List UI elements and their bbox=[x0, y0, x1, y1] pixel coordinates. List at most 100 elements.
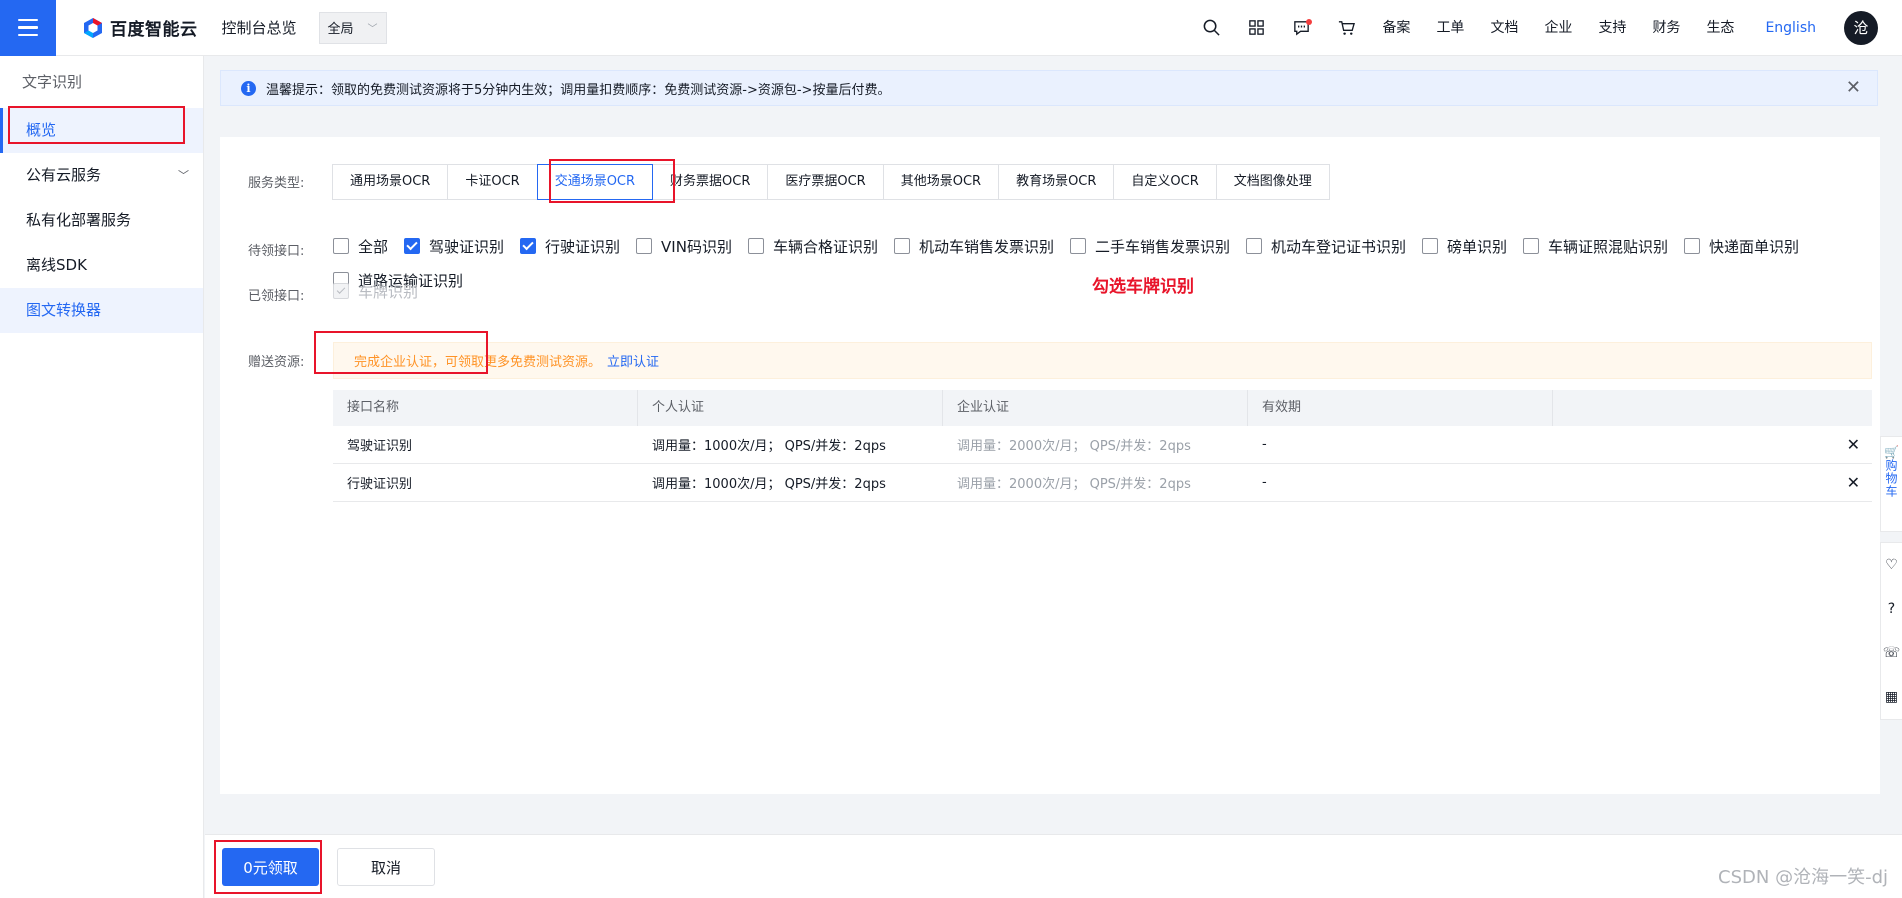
checkbox[interactable] bbox=[520, 238, 537, 254]
checkbox-vehicle-license[interactable]: 行驶证识别 bbox=[520, 234, 620, 258]
help-icon[interactable]: ? bbox=[1881, 587, 1902, 631]
nav-ecosystem[interactable]: 生态 bbox=[1693, 0, 1747, 56]
phone-icon[interactable]: ☏ bbox=[1881, 631, 1902, 675]
cell-name: 行驶证识别 bbox=[347, 477, 413, 492]
tab-card-ocr[interactable]: 卡证OCR bbox=[447, 164, 538, 200]
baidu-cloud-logo-icon bbox=[84, 17, 102, 38]
watermark: CSDN @沧海一笑-dj bbox=[1718, 867, 1888, 888]
floating-toolbar: 🛒 购物车 ♡ ? ☏ ▦ bbox=[1880, 436, 1902, 720]
checkbox-label: 全部 bbox=[358, 237, 389, 256]
checkbox-label: 机动车销售发票识别 bbox=[918, 237, 1054, 256]
checkbox[interactable] bbox=[893, 238, 910, 254]
sidebar-item-label: 公有云服务 bbox=[26, 166, 102, 184]
sidebar-item-image-converter[interactable]: 图文转换器 bbox=[0, 288, 203, 333]
region-select[interactable]: 全局 ﹀ bbox=[318, 11, 387, 44]
apps-grid-icon[interactable] bbox=[1234, 0, 1279, 56]
checkbox-label: 机动车登记证书识别 bbox=[1271, 237, 1407, 256]
nav-docs[interactable]: 文档 bbox=[1477, 0, 1531, 56]
close-icon[interactable]: ✕ bbox=[1846, 78, 1861, 98]
sidebar-item-offline-sdk[interactable]: 离线SDK bbox=[0, 243, 203, 288]
nav-finance[interactable]: 财务 bbox=[1639, 0, 1693, 56]
tab-custom-ocr[interactable]: 自定义OCR bbox=[1113, 164, 1217, 200]
sidebar-item-label: 图文转换器 bbox=[26, 301, 102, 319]
checkbox-vehicle-invoice[interactable]: 机动车销售发票识别 bbox=[893, 234, 1054, 258]
column-header: 个人认证 bbox=[638, 390, 943, 426]
menu-icon[interactable] bbox=[0, 0, 56, 56]
checkbox-registration-certificate[interactable]: 机动车登记证书识别 bbox=[1246, 234, 1406, 258]
checkbox[interactable] bbox=[1422, 238, 1439, 254]
checkbox-label: 驾驶证识别 bbox=[429, 237, 505, 256]
cell-name: 驾驶证识别 bbox=[347, 439, 413, 454]
floating-cart-button[interactable]: 🛒 购物车 bbox=[1880, 436, 1902, 532]
nav-enterprise[interactable]: 企业 bbox=[1531, 0, 1585, 56]
annotation-text: 勾选车牌识别 bbox=[1092, 277, 1194, 297]
checkbox-license-plate: 车牌识别 bbox=[333, 279, 418, 303]
pending-interfaces-label: 待领接口: bbox=[248, 244, 305, 259]
message-icon[interactable] bbox=[1279, 0, 1324, 56]
cell-validity: - bbox=[1262, 475, 1267, 490]
checkbox[interactable] bbox=[747, 238, 764, 254]
console-overview-link[interactable]: 控制台总览 bbox=[222, 17, 297, 38]
avatar[interactable]: 沧 bbox=[1844, 10, 1878, 45]
checkbox[interactable] bbox=[404, 238, 421, 254]
qrcode-icon[interactable]: ▦ bbox=[1881, 675, 1902, 719]
cell-personal: 调用量：1000次/月； QPS/并发：2qps bbox=[652, 439, 886, 454]
checkbox-waybill[interactable]: 快递面单识别 bbox=[1684, 234, 1799, 258]
floating-tool-group: ♡ ? ☏ ▦ bbox=[1880, 542, 1902, 720]
tab-general-ocr[interactable]: 通用场景OCR bbox=[332, 164, 449, 200]
language-switch[interactable]: English bbox=[1747, 0, 1838, 56]
checkbox-weighbridge[interactable]: 磅单识别 bbox=[1422, 234, 1507, 258]
tab-medical-ocr[interactable]: 医疗票据OCR bbox=[767, 164, 884, 200]
column-header: 企业认证 bbox=[943, 390, 1248, 426]
bonus-notice-text: 完成企业认证，可领取更多免费测试资源。 bbox=[354, 355, 602, 370]
checkbox-driver-license[interactable]: 驾驶证识别 bbox=[404, 234, 504, 258]
checkbox-vin[interactable]: VIN码识别 bbox=[636, 234, 732, 258]
cell-enterprise: 调用量：2000次/月； QPS/并发：2qps bbox=[957, 477, 1191, 492]
service-type-tabs: 通用场景OCR 卡证OCR 交通场景OCR 财务票据OCR 医疗票据OCR 其他… bbox=[332, 164, 1330, 200]
column-header: 接口名称 bbox=[333, 390, 638, 426]
sidebar-item-label: 私有化部署服务 bbox=[26, 211, 132, 229]
sidebar-item-public-cloud[interactable]: 公有云服务 ﹀ bbox=[0, 153, 203, 198]
checkbox[interactable] bbox=[333, 238, 349, 254]
checkbox[interactable] bbox=[1069, 238, 1086, 254]
tab-other-ocr[interactable]: 其他场景OCR bbox=[882, 164, 1000, 200]
logo[interactable]: 百度智能云 bbox=[82, 15, 198, 40]
cart-icon[interactable] bbox=[1324, 0, 1369, 56]
floating-cart-label: 购物车 bbox=[1884, 459, 1898, 498]
favorite-icon[interactable]: ♡ bbox=[1881, 543, 1902, 587]
nav-beian[interactable]: 备案 bbox=[1369, 0, 1423, 56]
sidebar-item-private-deploy[interactable]: 私有化部署服务 bbox=[0, 198, 203, 243]
bonus-notice: 完成企业认证，可领取更多免费测试资源。 立即认证 bbox=[333, 342, 1872, 379]
info-icon: i bbox=[241, 80, 256, 96]
received-interfaces-list: 车牌识别 bbox=[333, 279, 434, 303]
cancel-button[interactable]: 取消 bbox=[337, 848, 435, 886]
checkbox-label: 磅单识别 bbox=[1447, 237, 1508, 256]
search-icon[interactable] bbox=[1189, 0, 1234, 56]
checkbox[interactable] bbox=[1246, 238, 1262, 254]
cell-enterprise: 调用量：2000次/月； QPS/并发：2qps bbox=[957, 439, 1191, 454]
claim-free-button[interactable]: 0元领取 bbox=[222, 848, 319, 886]
remove-row-icon[interactable]: ✕ bbox=[1847, 435, 1860, 454]
received-interfaces-label: 已领接口: bbox=[248, 289, 305, 304]
checkbox-vehicle-certificate[interactable]: 车辆合格证识别 bbox=[747, 234, 878, 258]
checkbox-all[interactable]: 全部 bbox=[333, 234, 388, 258]
checkbox-mixed-license[interactable]: 车辆证照混贴识别 bbox=[1523, 234, 1668, 258]
checkbox[interactable] bbox=[1523, 238, 1540, 254]
top-bar: 百度智能云 控制台总览 全局 ﹀ 备案 工单 文档 企业 支持 财务 生态 En… bbox=[0, 0, 1902, 56]
tab-traffic-ocr[interactable]: 交通场景OCR bbox=[536, 164, 654, 200]
bonus-resources-label: 赠送资源: bbox=[248, 355, 305, 370]
tab-education-ocr[interactable]: 教育场景OCR bbox=[998, 164, 1115, 200]
sidebar-item-overview[interactable]: 概览 bbox=[0, 108, 203, 153]
verify-now-link[interactable]: 立即认证 bbox=[607, 351, 659, 370]
tab-document-image[interactable]: 文档图像处理 bbox=[1215, 164, 1330, 200]
table-header: 接口名称 个人认证 企业认证 有效期 bbox=[333, 390, 1872, 426]
nav-support[interactable]: 支持 bbox=[1585, 0, 1639, 56]
checkbox[interactable] bbox=[636, 238, 653, 254]
checkbox-used-car-invoice[interactable]: 二手车销售发票识别 bbox=[1069, 234, 1230, 258]
checkbox[interactable] bbox=[1684, 238, 1701, 254]
tab-finance-ocr[interactable]: 财务票据OCR bbox=[652, 164, 769, 200]
nav-ticket[interactable]: 工单 bbox=[1423, 0, 1477, 56]
remove-row-icon[interactable]: ✕ bbox=[1847, 473, 1860, 492]
table-row: 行驶证识别 调用量：1000次/月； QPS/并发：2qps 调用量：2000次… bbox=[333, 464, 1872, 502]
logo-text: 百度智能云 bbox=[110, 20, 198, 40]
